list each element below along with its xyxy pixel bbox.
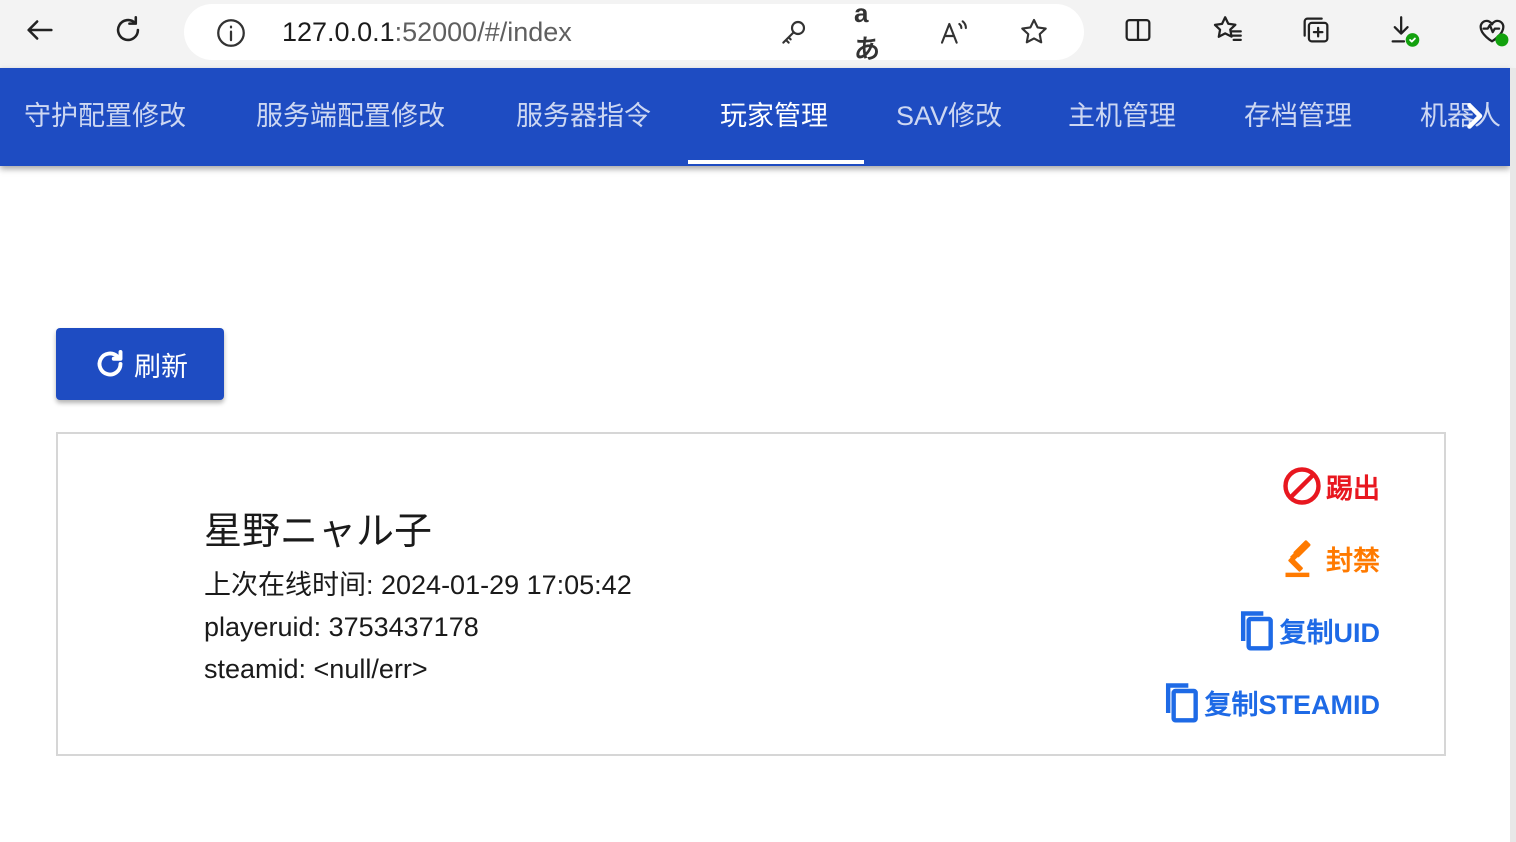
active-tab-indicator — [688, 160, 864, 164]
player-uid: playeruid: 3753437178 — [204, 612, 479, 642]
favorite-star-icon[interactable] — [1016, 14, 1052, 50]
address-bar[interactable]: 127.0.0.1:52000/#/index aあ — [184, 0, 1084, 64]
tab-server-commands[interactable]: 服务器指令 — [516, 96, 651, 136]
copy-steamid-button[interactable]: 复制STEAMID — [1159, 680, 1381, 724]
block-icon — [1283, 467, 1321, 505]
browser-essentials-icon[interactable] — [1470, 8, 1514, 52]
copy-icon — [1165, 683, 1198, 723]
player-name: 星野ニャル子 — [204, 511, 433, 553]
tab-player-management[interactable]: 玩家管理 — [720, 96, 828, 136]
copy-steamid-label: 复制STEAMID — [1204, 689, 1381, 720]
ban-label: 封禁 — [1326, 545, 1380, 576]
tab-guard-config[interactable]: 守护配置修改 — [24, 96, 186, 136]
key-icon[interactable] — [776, 14, 812, 50]
copy-uid-button[interactable]: 复制UID — [1234, 608, 1381, 652]
last-online-time: 上次在线时间: 2024-01-29 17:05:42 — [204, 570, 632, 600]
collections-icon[interactable] — [1294, 8, 1338, 52]
page-scrollbar[interactable] — [1510, 68, 1516, 842]
translate-icon[interactable]: aあ — [854, 0, 890, 64]
read-aloud-icon[interactable] — [936, 14, 972, 50]
steam-id: steamid: <null/err> — [204, 654, 428, 684]
refresh-icon — [97, 350, 123, 377]
app-nav-tabs: 守护配置修改 服务端配置修改 服务器指令 玩家管理 SAV修改 主机管理 存档管… — [0, 68, 1510, 166]
back-icon[interactable] — [18, 8, 62, 52]
tab-server-config[interactable]: 服务端配置修改 — [256, 96, 445, 136]
player-card: 星野ニャル子 上次在线时间: 2024-01-29 17:05:42 playe… — [56, 432, 1446, 756]
copy-uid-label: 复制UID — [1279, 617, 1381, 648]
url-text[interactable]: 127.0.0.1:52000/#/index — [282, 16, 572, 48]
downloads-icon[interactable] — [1382, 8, 1426, 52]
kick-button[interactable]: 踢出 — [1280, 464, 1380, 508]
refresh-button[interactable]: 刷新 — [56, 328, 224, 400]
ban-button[interactable]: 封禁 — [1280, 536, 1380, 580]
favorites-icon[interactable] — [1206, 8, 1250, 52]
reload-icon[interactable] — [106, 8, 150, 52]
chevron-right-icon[interactable] — [1456, 98, 1492, 134]
refresh-label: 刷新 — [134, 351, 188, 382]
tab-sav-edit[interactable]: SAV修改 — [896, 96, 1002, 136]
split-screen-icon[interactable] — [1116, 8, 1160, 52]
copy-icon — [1240, 611, 1273, 651]
gavel-icon — [1285, 540, 1311, 578]
kick-label: 踢出 — [1326, 473, 1380, 504]
tab-save-management[interactable]: 存档管理 — [1244, 96, 1352, 136]
site-info-icon[interactable] — [214, 16, 248, 50]
browser-toolbar: 127.0.0.1:52000/#/index aあ — [0, 0, 1516, 68]
tab-host-management[interactable]: 主机管理 — [1068, 96, 1176, 136]
